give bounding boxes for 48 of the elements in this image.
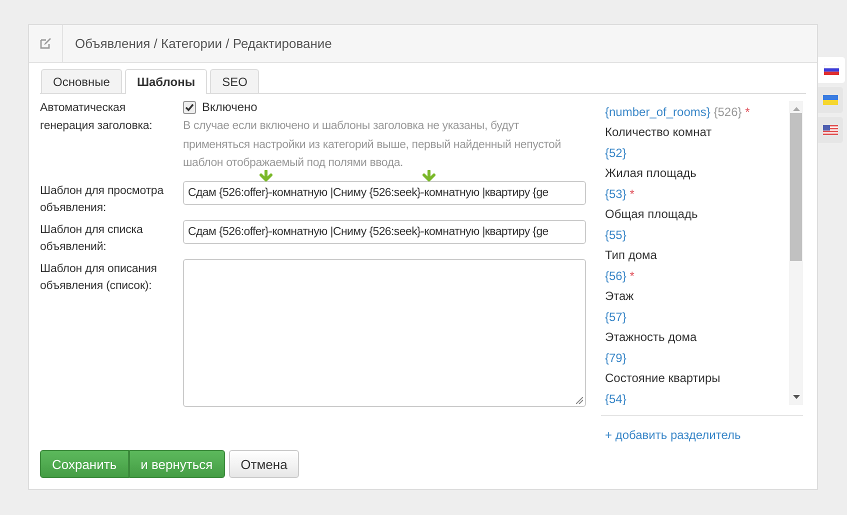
variable-name: Общая площадь <box>605 206 699 223</box>
variable-key[interactable]: {52} <box>605 146 626 160</box>
language-tab[interactable] <box>818 117 843 143</box>
cancel-button[interactable]: Отмена <box>228 450 300 478</box>
save-and-return-button[interactable]: и вернуться <box>128 450 225 478</box>
arrow-icon <box>421 170 437 182</box>
variable-key[interactable]: {55} <box>605 228 626 242</box>
variable-key[interactable]: {79} <box>605 351 626 365</box>
variable-key[interactable]: {57} <box>605 310 626 324</box>
field-label: Шаблон для описания объявления (список): <box>40 262 158 294</box>
tab[interactable]: Основные <box>41 69 122 93</box>
language-tab[interactable] <box>818 57 845 83</box>
field-label: Шаблон для просмотра объявления: <box>40 184 165 216</box>
tab[interactable]: SEO <box>210 69 260 93</box>
input-field[interactable]: Сдам {526:offer}-комнатную |Сниму {526:seek}-комнатную |квартиру {ge <box>183 180 586 204</box>
breadcrumb: Объявления / Категории / Редактирование <box>74 36 332 51</box>
required-mark: * <box>630 269 634 283</box>
field-label: Автоматическая генерация заголовка: <box>40 101 154 134</box>
variable-name: Жилая площадь <box>605 165 698 182</box>
input-field[interactable]: Сдам {526:offer}-комнатную |Сниму {526:seek}-комнатную |квартиру {ge <box>183 220 586 244</box>
edit-icon <box>40 38 51 49</box>
required-mark: * <box>630 187 634 201</box>
add-separator-link[interactable]: + добавить разделитель <box>605 428 741 442</box>
checkbox-label: Включено <box>202 100 258 114</box>
variable-id: {526} <box>714 105 742 119</box>
field-label: Шаблон для списка объявлений: <box>40 222 144 255</box>
flag-icon <box>823 95 838 105</box>
variable-name: Состояние квартиры <box>605 370 722 387</box>
variable-key[interactable]: {53} <box>605 187 626 201</box>
flag-icon <box>823 125 838 135</box>
required-mark: * <box>745 105 750 119</box>
scrollbar[interactable] <box>789 101 803 405</box>
variable-name: Количество комнат <box>605 124 713 141</box>
variable-key[interactable]: {56} <box>605 269 626 283</box>
resize-handle-icon[interactable] <box>576 396 583 404</box>
variable-name: Этаж <box>605 288 635 305</box>
scroll-up-icon[interactable] <box>792 107 800 111</box>
save-button[interactable]: Сохранить <box>40 450 129 478</box>
checkbox[interactable] <box>183 100 196 114</box>
variable-name: Этажность дома <box>605 329 698 346</box>
tab[interactable]: Шаблоны <box>124 69 208 94</box>
language-tab[interactable] <box>818 87 843 113</box>
arrow-icon <box>258 170 274 182</box>
variable-name: Тип дома <box>605 247 658 264</box>
scroll-down-icon[interactable] <box>792 395 800 399</box>
flag-icon <box>824 65 839 75</box>
variable-key[interactable]: {number_of_rooms} <box>605 105 710 119</box>
hint-text: В случае если включено и шаблоны заголовка не указаны, будут применяться настройки из категорий выше, первый найденный непустой шаблон отображаемый под полями ввода. <box>183 119 562 171</box>
